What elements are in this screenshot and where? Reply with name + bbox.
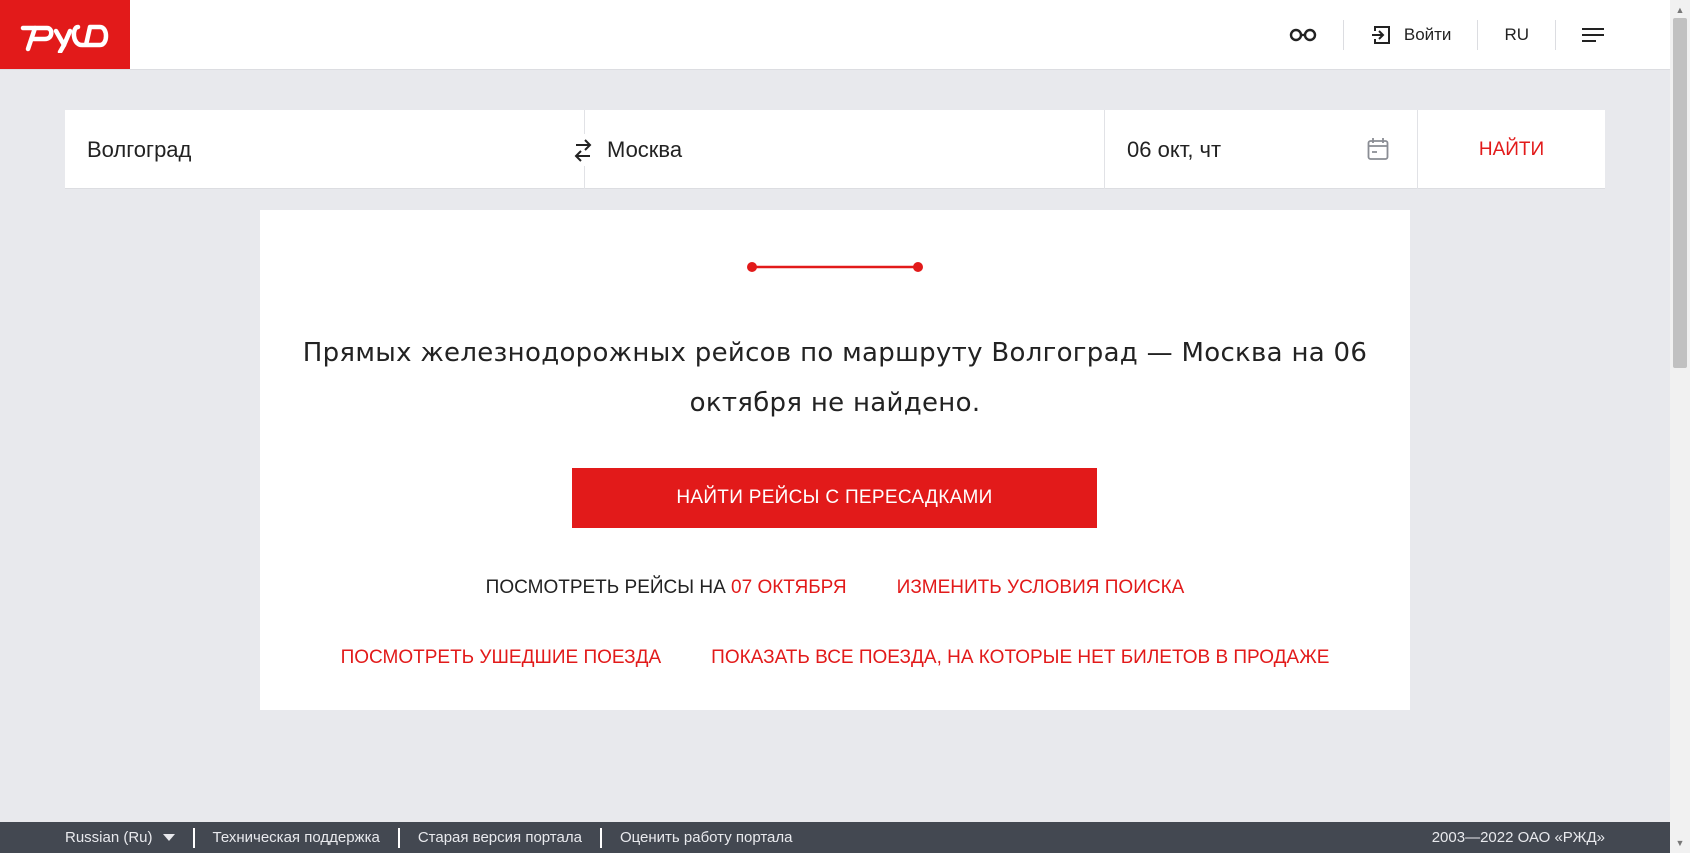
page: Войти RU Волгоград Москва 06 окт, чт НАЙ…	[0, 0, 1690, 853]
glasses-icon	[1289, 28, 1317, 41]
find-with-transfers-button[interactable]: НАЙТИ РЕЙСЫ С ПЕРЕСАДКАМИ	[572, 468, 1097, 528]
links-row-2: ПОСМОТРЕТЬ УШЕДШИЕ ПОЕЗДА ПОКАЗАТЬ ВСЕ П…	[260, 647, 1410, 669]
footer-copyright: 2003—2022 ОАО «РЖД»	[1431, 829, 1605, 846]
scrollbar[interactable]: ▲ ▼	[1670, 0, 1690, 853]
links-row-1: ПОСМОТРЕТЬ РЕЙСЫ НА 07 ОКТЯБРЯ ИЗМЕНИТЬ …	[260, 577, 1410, 599]
login-button[interactable]: Войти	[1344, 0, 1478, 69]
footer-language-select[interactable]: Russian (Ru)	[65, 829, 193, 846]
header: Войти RU	[0, 0, 1670, 70]
footer-language-label: Russian (Ru)	[65, 829, 153, 846]
departed-trains-link[interactable]: ПОСМОТРЕТЬ УШЕДШИЕ ПОЕЗДА	[341, 647, 662, 669]
change-search-link[interactable]: ИЗМЕНИТЬ УСЛОВИЯ ПОИСКА	[897, 577, 1185, 599]
from-field[interactable]: Волгоград	[65, 110, 594, 189]
search-bar: Волгоград Москва 06 окт, чт НАЙТИ	[65, 110, 1605, 189]
menu-button[interactable]	[1556, 0, 1630, 69]
to-field[interactable]: Москва	[585, 110, 1105, 189]
no-results-card: Прямых железнодорожных рейсов по маршрут…	[260, 210, 1410, 710]
scrollbar-thumb[interactable]	[1673, 18, 1687, 368]
date-value: 06 окт, чт	[1127, 136, 1222, 162]
route-icon	[747, 262, 923, 272]
login-icon	[1371, 25, 1390, 44]
footer: Russian (Ru) Техническая поддержка Стара…	[0, 822, 1670, 853]
date-field[interactable]: 06 окт, чт	[1105, 110, 1418, 189]
logo-icon	[20, 24, 109, 53]
all-trains-no-tickets-link[interactable]: ПОКАЗАТЬ ВСЕ ПОЕЗДА, НА КОТОРЫЕ НЕТ БИЛЕ…	[711, 647, 1329, 669]
login-label: Войти	[1403, 24, 1452, 44]
header-actions: Войти RU	[1263, 0, 1630, 69]
rzd-logo[interactable]	[0, 0, 130, 69]
to-value: Москва	[607, 136, 683, 162]
language-label: RU	[1504, 24, 1529, 44]
chevron-down-icon	[162, 834, 175, 841]
view-date-group: ПОСМОТРЕТЬ РЕЙСЫ НА 07 ОКТЯБРЯ	[486, 577, 847, 599]
from-value: Волгоград	[87, 136, 192, 162]
scroll-up-icon[interactable]: ▲	[1670, 2, 1690, 18]
footer-support-link[interactable]: Техническая поддержка	[195, 829, 398, 846]
language-switch[interactable]: RU	[1478, 0, 1555, 69]
scroll-down-icon[interactable]: ▼	[1670, 835, 1690, 851]
view-trips-prefix: ПОСМОТРЕТЬ РЕЙСЫ НА	[485, 577, 726, 598]
footer-links: Russian (Ru) Техническая поддержка Стара…	[0, 827, 811, 848]
find-label: НАЙТИ	[1478, 138, 1545, 160]
find-button[interactable]: НАЙТИ	[1418, 110, 1605, 189]
no-results-message: Прямых железнодорожных рейсов по маршрут…	[302, 338, 1368, 418]
view-next-date-link[interactable]: 07 ОКТЯБРЯ	[731, 577, 847, 598]
calendar-icon[interactable]	[1367, 137, 1389, 161]
menu-icon	[1582, 27, 1604, 42]
footer-rate-link[interactable]: Оценить работу портала	[602, 829, 811, 846]
footer-old-version-link[interactable]: Старая версия портала	[400, 829, 600, 846]
accessibility-button[interactable]	[1263, 0, 1343, 69]
